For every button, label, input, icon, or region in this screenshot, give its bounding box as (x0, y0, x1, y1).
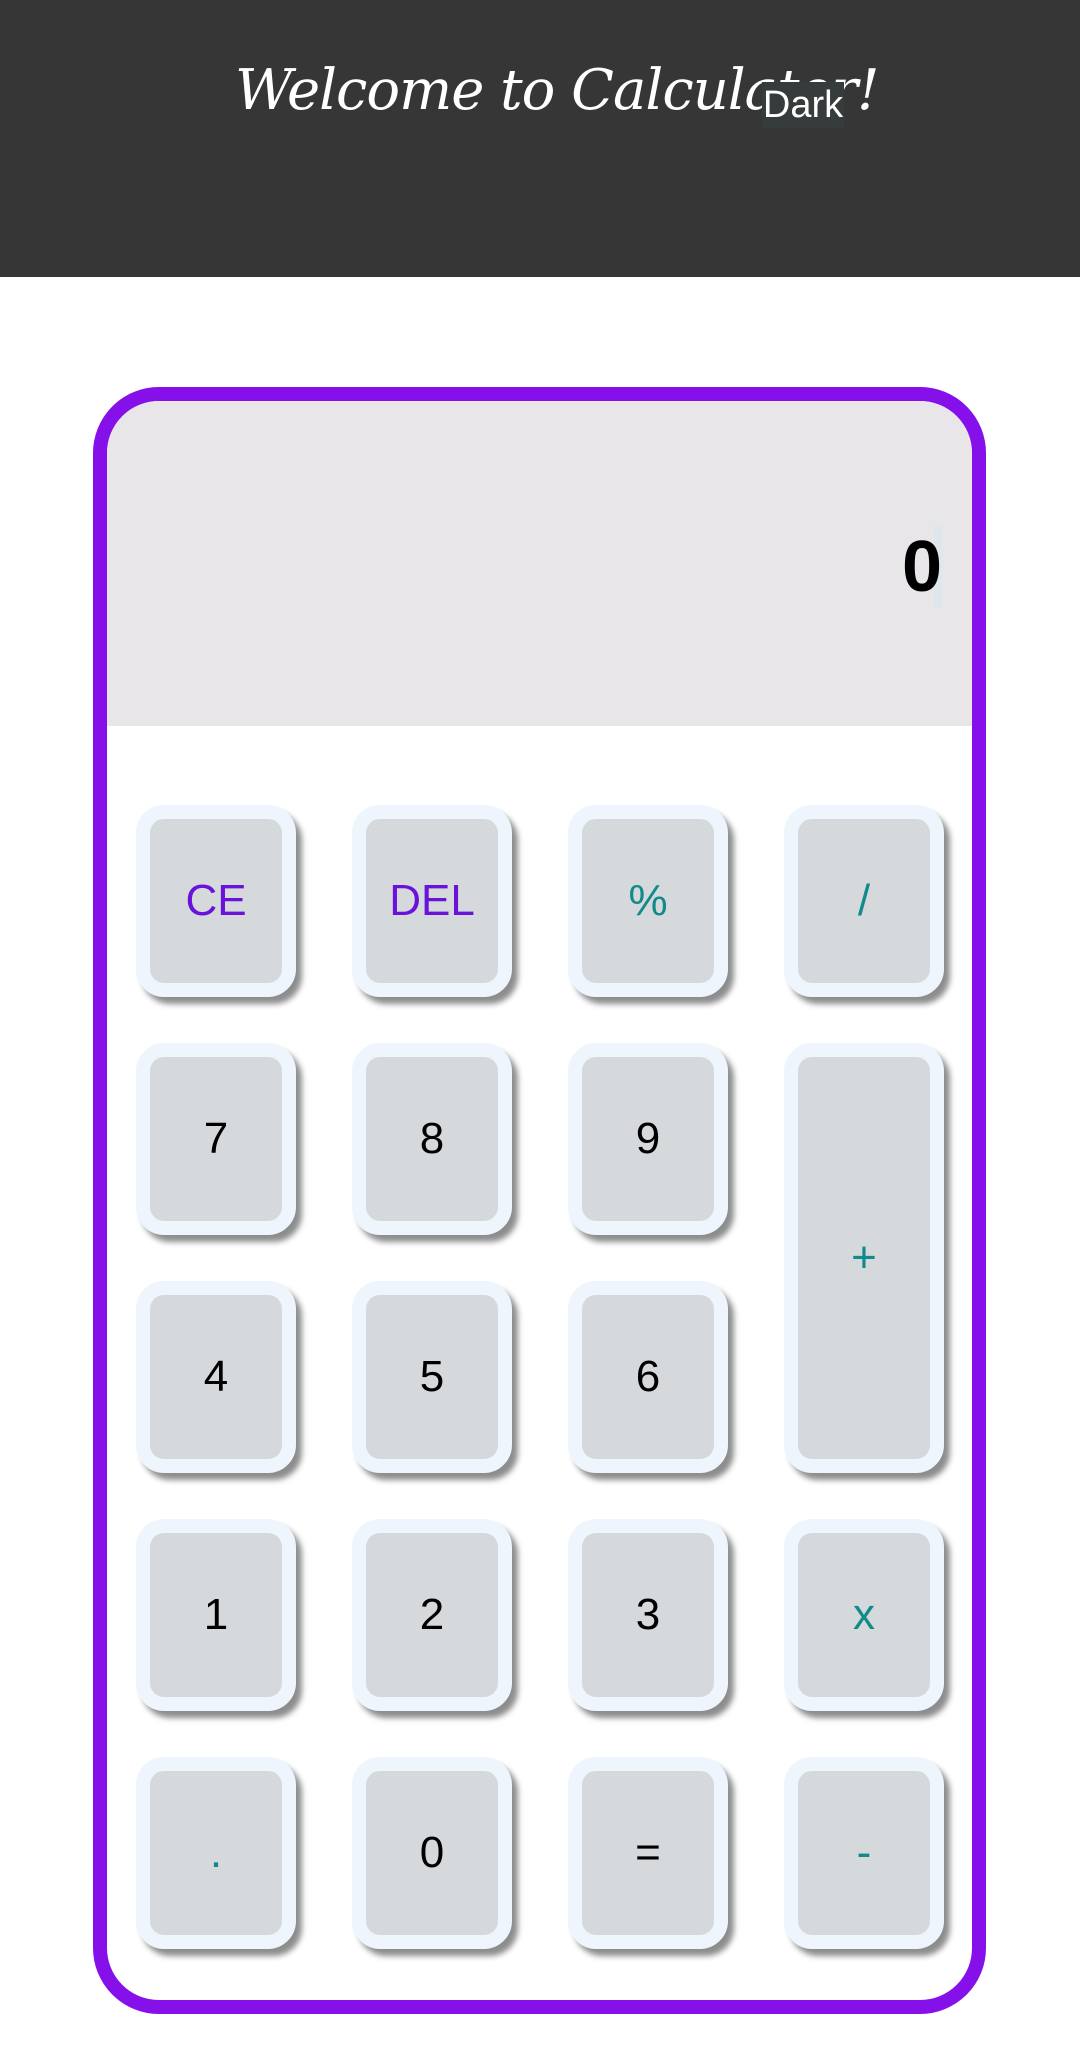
digit-4-button[interactable]: 4 (136, 1281, 296, 1473)
digit-3-button[interactable]: 3 (568, 1519, 728, 1711)
decimal-button[interactable]: . (136, 1757, 296, 1949)
divide-button[interactable]: / (784, 805, 944, 997)
calculator-display: 0 (107, 401, 972, 726)
digit-0-button[interactable]: 0 (352, 1757, 512, 1949)
theme-toggle-button[interactable]: Dark (762, 82, 844, 128)
digit-8-button[interactable]: 8 (352, 1043, 512, 1235)
keypad: CE DEL % / 7 8 9 + 4 5 6 1 2 3 x . 0 = - (136, 805, 944, 1949)
minus-button[interactable]: - (784, 1757, 944, 1949)
plus-button[interactable]: + (784, 1043, 944, 1473)
calculator: 0 CE DEL % / 7 8 9 + 4 5 6 1 2 3 x . 0 =… (93, 387, 986, 2014)
header: Welcome to Calculator! Dark (0, 0, 1080, 277)
digit-7-button[interactable]: 7 (136, 1043, 296, 1235)
digit-9-button[interactable]: 9 (568, 1043, 728, 1235)
digit-2-button[interactable]: 2 (352, 1519, 512, 1711)
digit-6-button[interactable]: 6 (568, 1281, 728, 1473)
equals-button[interactable]: = (568, 1757, 728, 1949)
delete-button[interactable]: DEL (352, 805, 512, 997)
percent-button[interactable]: % (568, 805, 728, 997)
multiply-button[interactable]: x (784, 1519, 944, 1711)
display-value: 0 (901, 526, 942, 608)
digit-5-button[interactable]: 5 (352, 1281, 512, 1473)
clear-entry-button[interactable]: CE (136, 805, 296, 997)
digit-1-button[interactable]: 1 (136, 1519, 296, 1711)
